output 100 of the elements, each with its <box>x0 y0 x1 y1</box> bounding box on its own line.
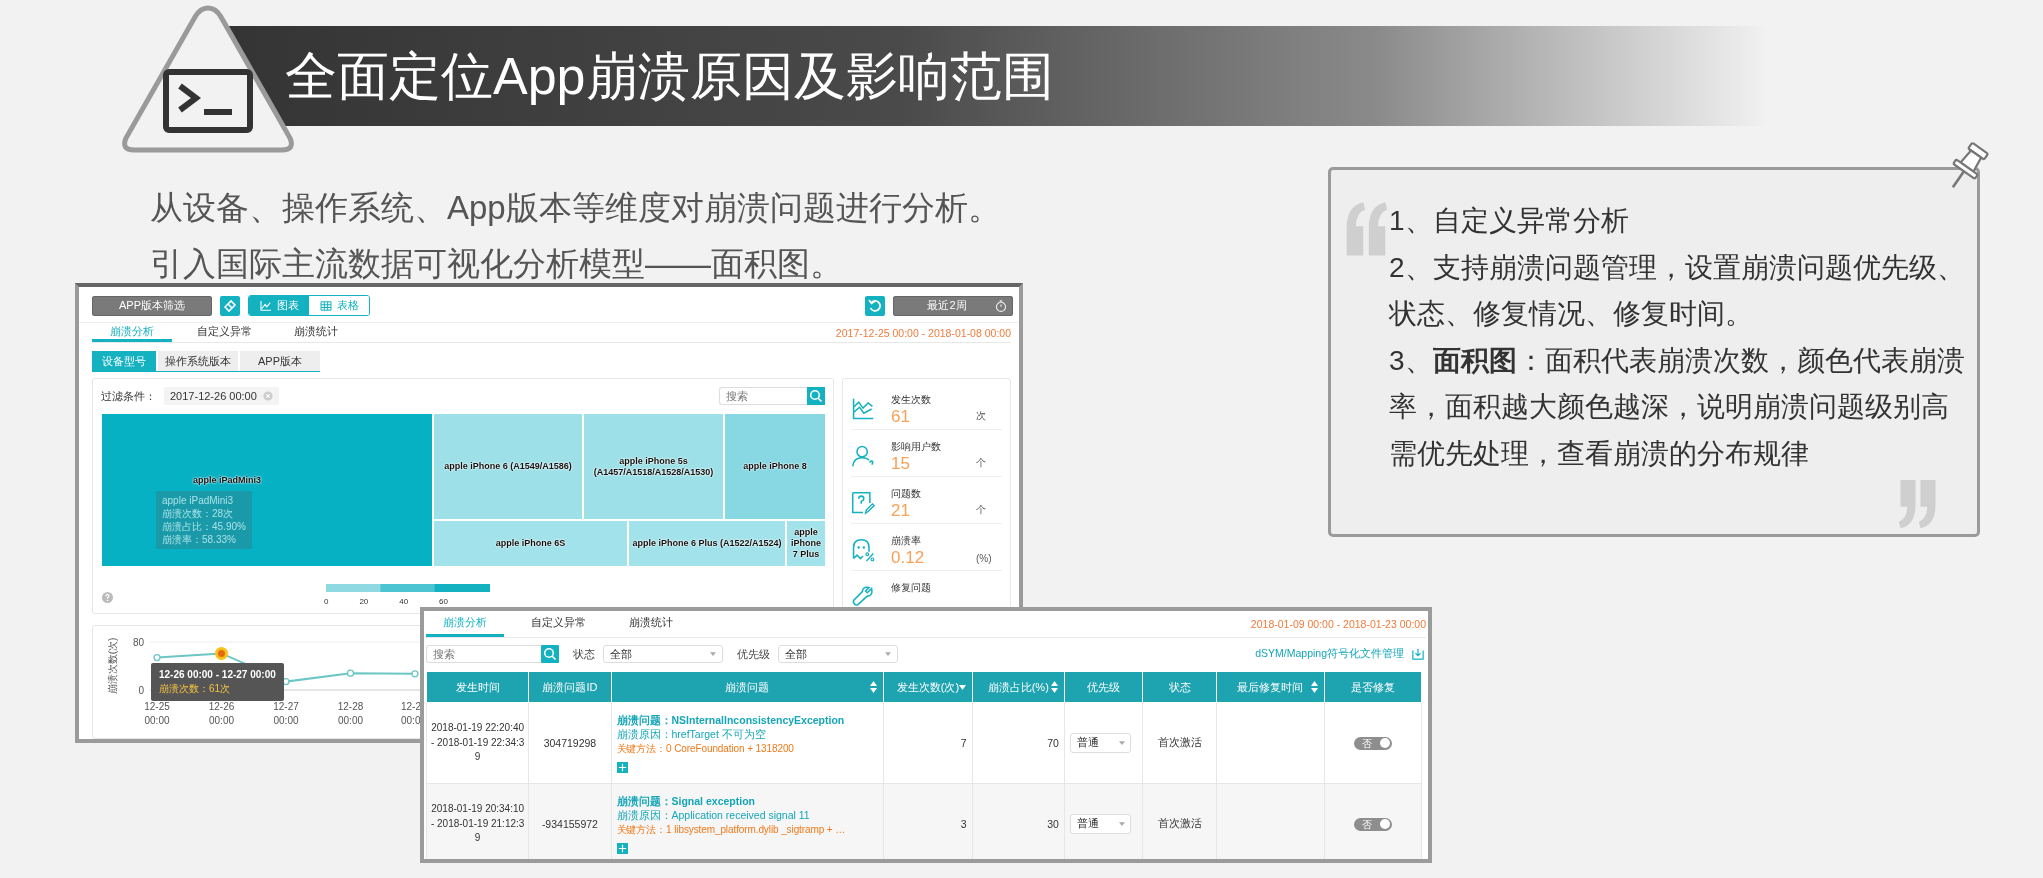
search-button[interactable] <box>807 387 825 405</box>
caret-icon <box>1118 741 1125 745</box>
fixed-toggle[interactable]: 否 <box>1353 817 1392 831</box>
subtab[interactable]: 操作系统版本 <box>158 351 238 371</box>
stat-unit: (%) <box>976 553 993 566</box>
scale-label: 60 <box>439 597 448 606</box>
sort-icon[interactable] <box>870 681 878 693</box>
eraser-icon[interactable] <box>220 295 240 316</box>
note-item: 2、支持崩溃问题管理，设置崩溃问题优先级、状态、修复情况、修复时间。 <box>1389 250 1966 331</box>
intro-text: 引入国际主流数据可视化分析模型——面积图。 <box>150 244 844 284</box>
table-cell: 3 <box>883 783 973 859</box>
subtab[interactable]: APP版本 <box>240 351 320 371</box>
stat-unit: 个 <box>976 503 987 517</box>
refresh-icon[interactable] <box>865 295 885 316</box>
intro-text: 从设备、操作系统、App版本等维度对崩溃问题进行分析。 <box>150 188 1001 228</box>
user-icon <box>851 444 875 468</box>
treemap-cell[interactable]: apple iPhone 6S <box>433 520 628 567</box>
sort-icon[interactable] <box>1310 681 1318 693</box>
date-range: 2018-01-09 00:00 - 2018-01-23 00:00 <box>1250 618 1426 630</box>
x-axis-label: 12-25 <box>144 701 170 712</box>
column-header[interactable]: 发生时间 <box>426 671 529 703</box>
fixed-toggle[interactable]: 否 <box>1353 736 1392 750</box>
ghost-icon <box>851 538 875 562</box>
key-method: 关键方法：0 CoreFoundation + 1318200 <box>616 741 795 756</box>
treemap-cell[interactable]: apple iPhone 6 (A1549/A1586) <box>433 413 583 520</box>
filter-chip[interactable]: 2017-12-26 00:00 <box>164 387 279 405</box>
stat-label: 修复问题 <box>891 581 932 595</box>
x-axis-label: 00:0 <box>401 715 421 726</box>
table-cell: 2018-01-19 20:34:10 - 2018-01-19 21:12:39 <box>426 783 529 859</box>
priority-select[interactable]: 普通 <box>1069 733 1131 753</box>
stopwatch-icon <box>995 299 1007 312</box>
download-icon[interactable] <box>1412 648 1424 660</box>
tab[interactable]: 崩溃统计 <box>612 611 690 637</box>
stat-label: 问题数 <box>891 487 922 501</box>
search-field[interactable]: 搜索 <box>426 645 541 663</box>
file-management-link[interactable]: dSYM/Mapping符号化文件管理 <box>1255 647 1404 661</box>
view-toggle-tab[interactable]: 图表 <box>249 296 309 315</box>
tab[interactable]: 崩溃统计 <box>276 323 356 342</box>
stat-value: 15 <box>891 454 911 474</box>
help-icon[interactable] <box>102 592 113 603</box>
question-note-icon <box>851 491 875 515</box>
filter-label: 状态 <box>573 646 595 662</box>
x-axis-label: 12-27 <box>273 701 299 712</box>
table-cell: -934155972 <box>528 783 612 859</box>
tab[interactable]: 崩溃分析 <box>92 323 172 342</box>
slide-title: 全面定位App崩溃原因及影响范围 <box>285 46 1054 107</box>
table-cell: 304719298 <box>528 702 612 784</box>
table-cell: 首次激活 <box>1142 783 1217 859</box>
expand-button[interactable] <box>616 843 628 855</box>
column-header[interactable]: 发生次数(次) <box>883 671 973 703</box>
priority-select[interactable]: 普通 <box>1069 814 1131 834</box>
x-axis-label: 12-28 <box>337 701 364 712</box>
remove-icon[interactable] <box>262 391 273 401</box>
treemap-cell[interactable]: apple iPhone 8 <box>724 413 826 520</box>
y-tick-label: 0 <box>138 685 144 696</box>
tooltip-title: 12-26 00:00 - 12-27 00:00 <box>159 668 276 682</box>
tab[interactable]: 自定义异常 <box>184 323 264 342</box>
table-cell: 70 <box>972 702 1065 784</box>
stat-label: 影响用户数 <box>891 440 942 454</box>
crash-issue[interactable]: 崩溃问题：NSInternalInconsistencyException <box>616 712 879 728</box>
filter-select[interactable]: 全部 <box>778 645 898 663</box>
stat-unit: 次 <box>976 409 987 423</box>
tab[interactable]: 崩溃分析 <box>426 611 504 637</box>
scale-label: 40 <box>399 597 409 606</box>
x-axis-label: 12-26 <box>208 701 235 712</box>
date-range: 2017-12-25 00:00 - 2018-01-08 00:00 <box>835 326 1011 339</box>
column-header[interactable]: 崩溃问题ID <box>528 671 612 703</box>
caret-icon <box>1118 822 1125 826</box>
crash-issue[interactable]: 崩溃问题：Signal exception <box>616 793 879 809</box>
column-header[interactable]: 状态 <box>1142 671 1217 703</box>
stat-unit: 个 <box>976 456 987 470</box>
x-axis-label: 00:00 <box>273 715 299 726</box>
line-chart-icon <box>259 300 272 311</box>
table-cell: 首次激活 <box>1142 702 1217 784</box>
column-header[interactable]: 崩溃占比(%) <box>972 671 1065 703</box>
subtab[interactable]: 设备型号 <box>92 351 156 371</box>
filter-select[interactable]: 全部 <box>603 645 723 663</box>
search-field[interactable]: 搜索 <box>719 387 807 405</box>
chart-icon <box>851 397 875 421</box>
tooltip-value: 崩溃次数：61次 <box>159 682 232 696</box>
app-version-filter-button[interactable]: APP版本筛选 <box>92 295 212 316</box>
search-button[interactable] <box>541 645 559 663</box>
column-header[interactable]: 优先级 <box>1064 671 1143 703</box>
chart-point[interactable] <box>215 646 228 660</box>
sort-icon[interactable] <box>1050 681 1058 693</box>
table-cell: 7 <box>883 702 973 784</box>
crash-reason: 崩溃原因：Application received signal 11 <box>616 808 811 823</box>
treemap-cell[interactable]: apple iPhone 6 Plus (A1522/A1524) <box>628 520 786 567</box>
expand-button[interactable] <box>616 762 628 774</box>
time-range-button[interactable]: 最近2周 <box>893 295 1013 316</box>
treemap-cell[interactable]: apple iPhone 7 Plus <box>786 520 826 567</box>
table-cell: 30 <box>972 783 1065 859</box>
wrench-icon <box>851 585 875 609</box>
caret-icon <box>710 652 716 656</box>
column-header[interactable]: 最后修复时间 <box>1216 671 1325 703</box>
tab[interactable]: 自定义异常 <box>519 611 597 637</box>
treemap-cell[interactable]: apple iPhone 5s (A1457/A1518/A1528/A1530) <box>583 413 724 520</box>
column-header[interactable]: 崩溃问题 <box>611 671 884 703</box>
caret-icon <box>885 652 891 656</box>
column-header[interactable]: 是否修复 <box>1324 671 1422 703</box>
